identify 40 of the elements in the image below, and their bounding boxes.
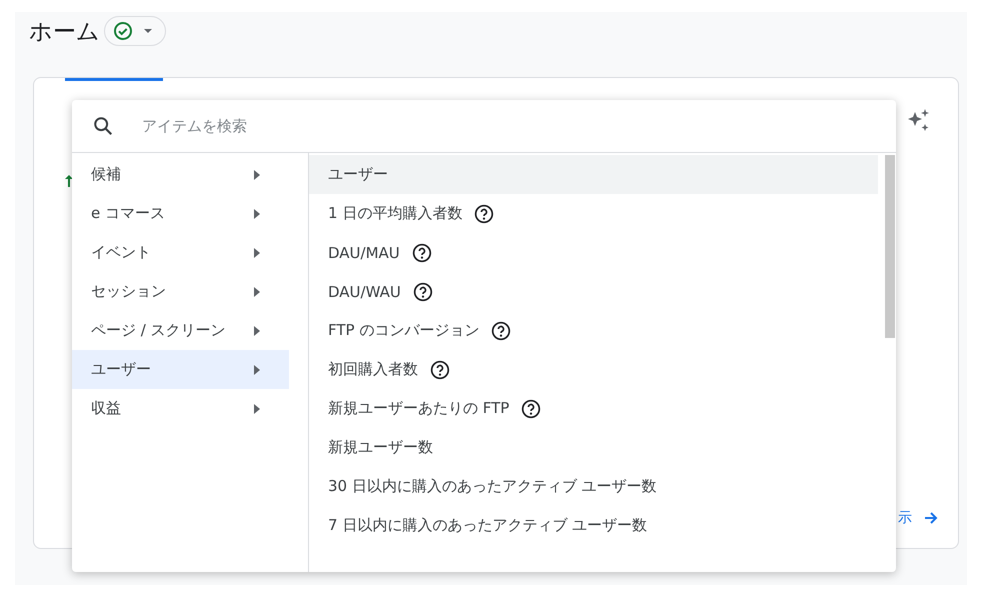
category-item[interactable]: e コマース [72, 194, 289, 233]
category-item[interactable]: ページ / スクリーン [72, 311, 289, 350]
search-icon [92, 115, 114, 137]
help-icon[interactable] [474, 204, 494, 224]
status-dropdown[interactable] [104, 16, 166, 46]
help-icon[interactable] [521, 398, 542, 418]
metric-item[interactable]: 1 日の平均購入者数 [309, 194, 878, 233]
arrow-right-icon[interactable] [924, 511, 938, 525]
category-item[interactable]: 候補 [72, 155, 289, 194]
category-item[interactable]: イベント [72, 233, 289, 272]
help-icon[interactable] [430, 360, 450, 380]
caret-right-icon [253, 248, 261, 258]
metric-item[interactable]: 30 日以内に購入のあったアクティブ ユーザー数 [309, 467, 878, 506]
caret-right-icon [253, 208, 261, 218]
up-arrow-icon [65, 175, 73, 187]
help-icon[interactable] [412, 242, 432, 262]
caret-right-icon [253, 404, 261, 414]
search-field[interactable]: アイテムを検索 [72, 100, 896, 153]
metric-item[interactable]: 初回購入者数 [309, 350, 878, 389]
metric-item[interactable]: ユーザー [309, 155, 878, 194]
metric-item[interactable]: 新規ユーザー数 [309, 428, 878, 467]
view-link[interactable]: 示 [898, 509, 912, 527]
metric-item[interactable]: 新規ユーザーあたりの FTP [309, 389, 878, 428]
caret-right-icon [253, 170, 261, 180]
scrollbar[interactable] [885, 155, 895, 338]
help-icon[interactable] [491, 320, 512, 340]
caret-icon [143, 28, 153, 34]
metric-item[interactable]: FTP のコンバージョン [309, 311, 878, 350]
caret-right-icon [253, 286, 261, 296]
category-item[interactable]: セッション [72, 272, 289, 311]
metric-item[interactable]: DAU/WAU [309, 272, 878, 311]
help-icon[interactable] [412, 282, 433, 302]
metric-item[interactable]: 7 日以内に購入のあったアクティブ ユーザー数 [309, 506, 878, 545]
caret-right-icon [253, 326, 261, 336]
category-item[interactable]: ユーザー [72, 350, 289, 389]
caret-right-icon [253, 364, 261, 374]
category-item[interactable]: 収益 [72, 389, 289, 428]
page-title: ホーム [29, 18, 100, 46]
check-circle-icon [113, 21, 133, 41]
metric-item[interactable]: DAU/MAU [309, 233, 878, 272]
